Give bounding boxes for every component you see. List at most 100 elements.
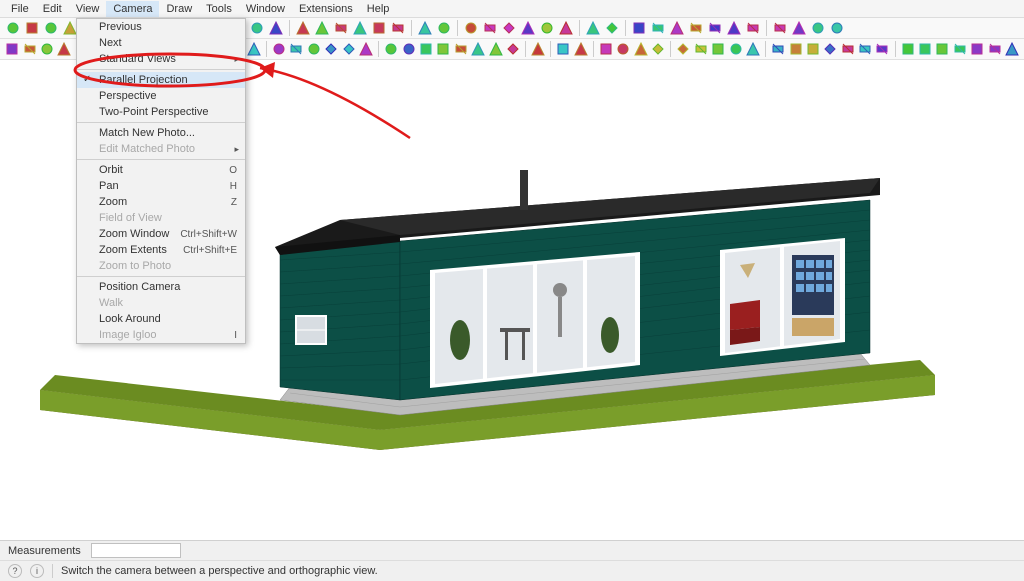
menu-window[interactable]: Window: [239, 1, 292, 17]
plugin-yellow-button[interactable]: [822, 40, 838, 58]
plugin-s-button[interactable]: [969, 40, 985, 58]
menu-file[interactable]: File: [4, 1, 36, 17]
gear-refresh-button[interactable]: [828, 19, 846, 37]
menu-item-next[interactable]: Next: [77, 35, 245, 51]
gear-plus-button[interactable]: [790, 19, 808, 37]
menu-item-standard-views[interactable]: Standard Views▸: [77, 51, 245, 67]
position-camera-button[interactable]: [530, 40, 546, 58]
house-button[interactable]: [603, 19, 621, 37]
cube-wire-button[interactable]: [649, 19, 667, 37]
plugin-grad-button[interactable]: [857, 40, 873, 58]
iso-button[interactable]: [462, 19, 480, 37]
cube-del-button[interactable]: [687, 19, 705, 37]
menu-item-look-around[interactable]: Look Around: [77, 311, 245, 327]
menu-extensions[interactable]: Extensions: [292, 1, 360, 17]
cube-button[interactable]: [630, 19, 648, 37]
info-icon[interactable]: i: [30, 564, 44, 578]
cube-shaded-button[interactable]: [725, 19, 743, 37]
zoom-extents-button[interactable]: [487, 40, 503, 58]
paint-button[interactable]: [555, 40, 571, 58]
cube-solid-button[interactable]: [706, 19, 724, 37]
plugin-x-button[interactable]: [934, 40, 950, 58]
sandbox-2-button[interactable]: [615, 40, 631, 58]
shaded-button[interactable]: [351, 19, 369, 37]
pan-tool-button[interactable]: [435, 40, 451, 58]
menu-item-two-point-perspective[interactable]: Two-Point Perspective: [77, 104, 245, 120]
measurements-input[interactable]: [91, 543, 181, 558]
protractor-button[interactable]: [288, 40, 304, 58]
menu-item-previous[interactable]: Previous: [77, 19, 245, 35]
plugin-bar-button[interactable]: [874, 40, 890, 58]
menu-camera[interactable]: Camera: [106, 1, 159, 17]
sample-button[interactable]: [573, 40, 589, 58]
text-button[interactable]: [323, 40, 339, 58]
solid-3-button[interactable]: [710, 40, 726, 58]
menu-item-zoom-extents[interactable]: Zoom ExtentsCtrl+Shift+E: [77, 242, 245, 258]
layers-button[interactable]: [248, 19, 266, 37]
cube-add-button[interactable]: [668, 19, 686, 37]
save-button[interactable]: [42, 19, 60, 37]
menu-draw[interactable]: Draw: [159, 1, 199, 17]
gear-blue-button[interactable]: [771, 19, 789, 37]
new-file-button[interactable]: [4, 19, 22, 37]
menu-edit[interactable]: Edit: [36, 1, 69, 17]
monochrome-button[interactable]: [389, 19, 407, 37]
solid-1-button[interactable]: [675, 40, 691, 58]
solid-2-button[interactable]: [693, 40, 709, 58]
solid-4-button[interactable]: [727, 40, 743, 58]
walk-button[interactable]: [383, 40, 399, 58]
menu-tools[interactable]: Tools: [199, 1, 239, 17]
pointer-button[interactable]: [21, 40, 37, 58]
dimension-button[interactable]: [306, 40, 322, 58]
outliner-button[interactable]: [267, 19, 285, 37]
eraser-button[interactable]: [56, 40, 72, 58]
camera-button[interactable]: [584, 19, 602, 37]
back-button[interactable]: [538, 19, 556, 37]
sandbox-4-button[interactable]: [650, 40, 666, 58]
open-file-button[interactable]: [23, 19, 41, 37]
axes-button[interactable]: [340, 40, 356, 58]
xray-button[interactable]: [416, 19, 434, 37]
menu-item-position-camera[interactable]: Position Camera: [77, 279, 245, 295]
zoom-window-button[interactable]: [470, 40, 486, 58]
hidden-line-button[interactable]: [332, 19, 350, 37]
hand-button[interactable]: [39, 40, 55, 58]
plugin-line-button[interactable]: [770, 40, 786, 58]
box-view-button[interactable]: [294, 19, 312, 37]
front-button[interactable]: [500, 19, 518, 37]
lookaround-button[interactable]: [400, 40, 416, 58]
plugin-ruler-button[interactable]: [840, 40, 856, 58]
menu-item-match-new-photo[interactable]: Match New Photo...: [77, 125, 245, 141]
cube-blue-button[interactable]: [744, 19, 762, 37]
left-button[interactable]: [557, 19, 575, 37]
gear-minus-button[interactable]: [809, 19, 827, 37]
menu-item-zoom[interactable]: ZoomZ: [77, 194, 245, 210]
textured-button[interactable]: [370, 19, 388, 37]
plugin-red-button[interactable]: [900, 40, 916, 58]
orbit-tool-button[interactable]: [418, 40, 434, 58]
help-icon[interactable]: ?: [8, 564, 22, 578]
back-edges-button[interactable]: [435, 19, 453, 37]
menu-item-orbit[interactable]: OrbitO: [77, 162, 245, 178]
menu-item-parallel-projection[interactable]: ✓Parallel Projection: [77, 72, 245, 88]
tape-button[interactable]: [271, 40, 287, 58]
plugin-flag-button[interactable]: [787, 40, 803, 58]
zoom-tool-button[interactable]: [453, 40, 469, 58]
menu-item-pan[interactable]: PanH: [77, 178, 245, 194]
plugin-curve-button[interactable]: [952, 40, 968, 58]
offset-button[interactable]: [246, 40, 262, 58]
right-button[interactable]: [519, 19, 537, 37]
top-button[interactable]: [481, 19, 499, 37]
search-button[interactable]: [4, 40, 20, 58]
menu-item-perspective[interactable]: Perspective: [77, 88, 245, 104]
plugin-tri-button[interactable]: [917, 40, 933, 58]
menu-item-zoom-window[interactable]: Zoom WindowCtrl+Shift+W: [77, 226, 245, 242]
sandbox-1-button[interactable]: [598, 40, 614, 58]
prev-view-button[interactable]: [505, 40, 521, 58]
section-button[interactable]: [358, 40, 374, 58]
wire-view-button[interactable]: [313, 19, 331, 37]
plugin-dot-button[interactable]: [1004, 40, 1020, 58]
plugin-rect-button[interactable]: [805, 40, 821, 58]
solid-5-button[interactable]: [745, 40, 761, 58]
menu-help[interactable]: Help: [360, 1, 397, 17]
